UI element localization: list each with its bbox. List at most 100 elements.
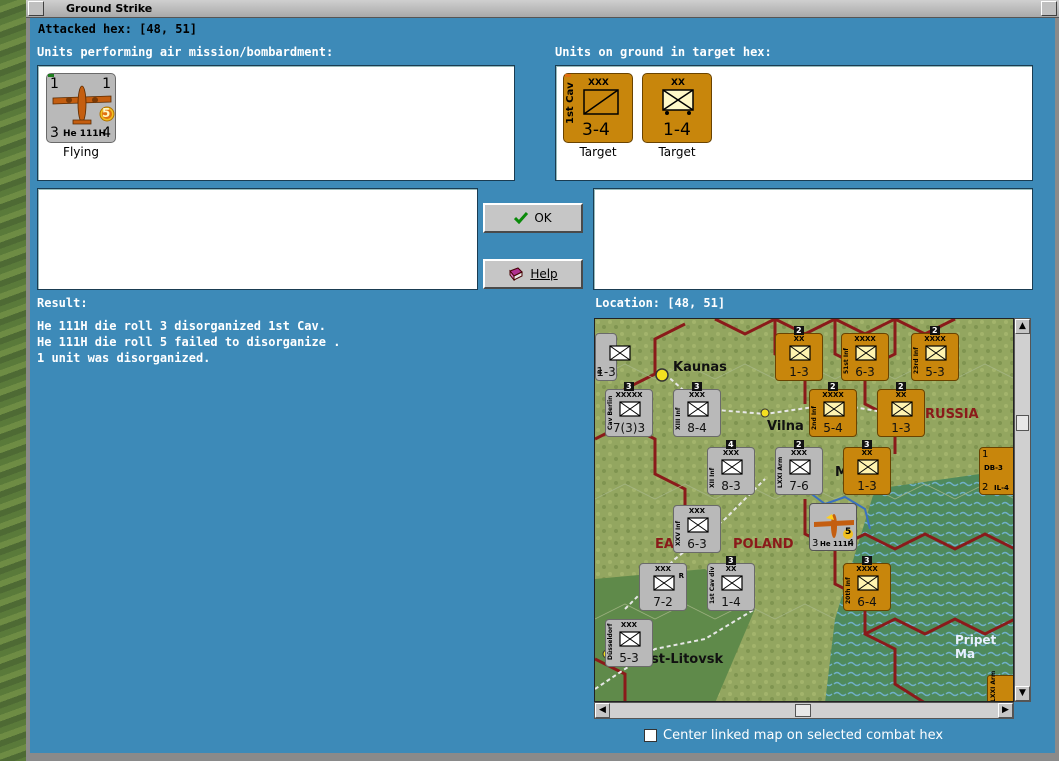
title-bar: Ground Strike <box>26 0 1059 18</box>
map-air-left: 3 <box>812 538 819 549</box>
map-unit-counter[interactable]: 8-4 XXX XIII Inf 3 <box>673 382 721 437</box>
map-horizontal-scrollbar[interactable]: ◀ ▶ <box>594 702 1014 719</box>
counter-side-label: XXV Inf <box>675 520 682 546</box>
air-unit-badge: 5 <box>102 106 111 120</box>
counter-side-label: 20th Inf <box>845 577 852 604</box>
place-label-brest-litovsk: st-Litovsk <box>651 652 724 667</box>
ground-unit-infantry[interactable]: XX 1-4 Target <box>641 73 713 159</box>
air-unit-top-right: 1 <box>102 76 111 92</box>
map-unit-counter[interactable]: 1-3 XX 3 <box>843 440 891 495</box>
map-unit-counter[interactable]: 1-3 XX 2 <box>877 382 925 437</box>
window-frame-right <box>1055 18 1059 761</box>
air-unit-bottom-left: 3 <box>50 125 59 141</box>
map-edge-counter[interactable]: LXXI Arm <box>987 671 1013 701</box>
air-unit-he111h[interactable]: 1 1 5 3 He 111H 4 Flying <box>45 71 117 159</box>
ground-unit-strength: 3-4 <box>582 120 610 140</box>
ground-unit-size: XXX <box>588 78 609 88</box>
map-unit-counter[interactable]: 6-4 XXXX 20th Inf 3 <box>843 556 891 611</box>
attacked-hex-value: [48, 51] <box>139 22 197 36</box>
counter-size: XXX <box>688 391 706 399</box>
map-unit-counter[interactable]: 6-3 XXX XXV Inf <box>673 505 721 553</box>
counter-side-label: LXXI Arm <box>777 456 784 488</box>
counter-stack-count: 2 <box>828 382 838 391</box>
map-unit-counter[interactable]: 7-6 XXX LXXI Arm 2 <box>775 440 823 495</box>
counter-stack-count: 2 <box>930 326 940 335</box>
help-button[interactable]: Help <box>483 259 583 289</box>
center-linked-map-label: Center linked map on selected combat hex <box>663 728 944 743</box>
ok-button[interactable]: OK <box>483 203 583 233</box>
map-unit-counter[interactable]: 7-2 XXX R <box>639 563 687 611</box>
map-unit-counter[interactable]: 6-3 XXXX 51st Inf <box>841 333 889 381</box>
close-button[interactable] <box>1041 1 1057 16</box>
map-unit-counter[interactable]: 8-3 XXX XII Inf 4 <box>707 440 755 495</box>
attacked-hex-label: Attacked hex: <box>38 22 132 36</box>
edge-air-bottom: 2 <box>982 482 989 493</box>
scroll-up-arrow-icon[interactable]: ▲ <box>1015 319 1030 334</box>
counter-stack-count: 3 <box>862 440 872 449</box>
scroll-left-arrow-icon[interactable]: ◀ <box>595 703 610 718</box>
counter-stack-count: 3 <box>726 556 736 565</box>
ground-unit-1st-cav[interactable]: 1st Cav XXX 3-4 Target <box>562 71 634 159</box>
air-units-header: Units performing air mission/bombardment… <box>37 45 334 59</box>
counter-size: XX <box>793 335 805 343</box>
place-label-russia: RUSSIA <box>925 407 979 422</box>
result-line: 1 unit was disorganized. <box>37 351 211 365</box>
counter-size: XXXX <box>822 391 844 399</box>
counter-side-label: Cav Berlin <box>607 395 614 430</box>
system-menu-button[interactable] <box>28 1 44 16</box>
counter-stack-count: 3 <box>692 382 702 391</box>
center-linked-map-checkbox[interactable] <box>644 729 657 742</box>
map-unit-counter[interactable]: 1-3 XX 2 <box>775 326 823 381</box>
air-units-panel: 1 1 5 3 He 111H 4 Flying <box>37 65 515 181</box>
counter-size: XXXX <box>854 335 876 343</box>
counter-stack-count: 4 <box>726 440 736 449</box>
scroll-right-arrow-icon[interactable]: ▶ <box>998 703 1013 718</box>
edge-air-name: DB-3 <box>984 464 1003 472</box>
counter-side-label: XIII Inf <box>675 407 682 430</box>
result-label: Result: <box>37 296 88 310</box>
counter-size: XX <box>861 449 873 457</box>
map-unit-counter[interactable]: 7(3)3 XXXXX Cav Berlin 3 <box>605 382 653 437</box>
ground-units-panel: 1st Cav XXX 3-4 Target XX 1-4 Target <box>555 65 1033 181</box>
counter-size: XX <box>895 391 907 399</box>
counter-strength: 1-3 <box>789 365 809 379</box>
ground-unit-strength: 1-4 <box>663 120 691 140</box>
result-line: He 111H die roll 3 disorganized 1st Cav. <box>37 319 326 333</box>
result-log: He 111H die roll 3 disorganized 1st Cav.… <box>37 318 340 366</box>
counter-stack-count: 2 <box>794 326 804 335</box>
location-label: Location: <box>595 296 661 310</box>
map-air-counter[interactable]: 3 He 111H 4 5 <box>809 503 857 551</box>
counter-side-label: Düsseldorf <box>607 623 614 660</box>
map-edge-air-counter[interactable]: 1 DB-3 2 IL-4 <box>979 447 1013 495</box>
counter-side-label: 23rd Inf <box>913 347 920 374</box>
location-minimap[interactable]: Kaunas Vilna RUSSIA EA POLAND st-Litovsk… <box>594 318 1014 702</box>
place-label-kaunas: Kaunas <box>673 360 727 375</box>
defender-info-panel <box>593 188 1033 290</box>
help-button-label: Help <box>530 267 558 281</box>
map-unit-counter[interactable]: 5-3 XXXX 23rd Inf 2 <box>911 326 959 381</box>
counter-side-label: 1st Cav div <box>709 566 716 604</box>
scroll-down-arrow-icon[interactable]: ▼ <box>1015 686 1030 701</box>
ground-unit-status: Target <box>658 145 696 159</box>
map-unit-counter[interactable]: 1-3 R <box>595 333 631 381</box>
air-unit-status: Flying <box>63 145 99 159</box>
counter-badge: R <box>678 572 684 580</box>
map-unit-counter[interactable]: 5-4 XXXX 2nd Inf 2 <box>809 382 857 437</box>
map-vertical-scrollbar[interactable]: ▲ ▼ <box>1014 318 1031 702</box>
counter-strength: 1-3 <box>857 479 877 493</box>
center-linked-map-option[interactable]: Center linked map on selected combat hex <box>644 728 943 743</box>
ground-unit-counter: 1st Cav XXX 3-4 <box>563 71 633 143</box>
counter-size: XXX <box>688 507 706 515</box>
background-map-strip <box>0 0 26 761</box>
map-unit-counter[interactable]: 5-3 XXX Düsseldorf <box>605 619 653 667</box>
vertical-scroll-thumb[interactable] <box>1016 415 1029 431</box>
air-unit-top-left: 1 <box>50 76 59 92</box>
map-unit-counter[interactable]: 1-4 XX 1st Cav div 3 <box>707 556 755 611</box>
counter-strength: 7-2 <box>653 595 673 609</box>
result-line: He 111H die roll 5 failed to disorganize… <box>37 335 341 349</box>
horizontal-scroll-thumb[interactable] <box>795 704 811 717</box>
place-label-pripet: Pripet Ma <box>955 633 997 661</box>
ground-unit-size: XX <box>671 78 685 88</box>
edge-air-code: IL-4 <box>994 484 1009 492</box>
place-label-vilna: Vilna <box>767 419 804 434</box>
